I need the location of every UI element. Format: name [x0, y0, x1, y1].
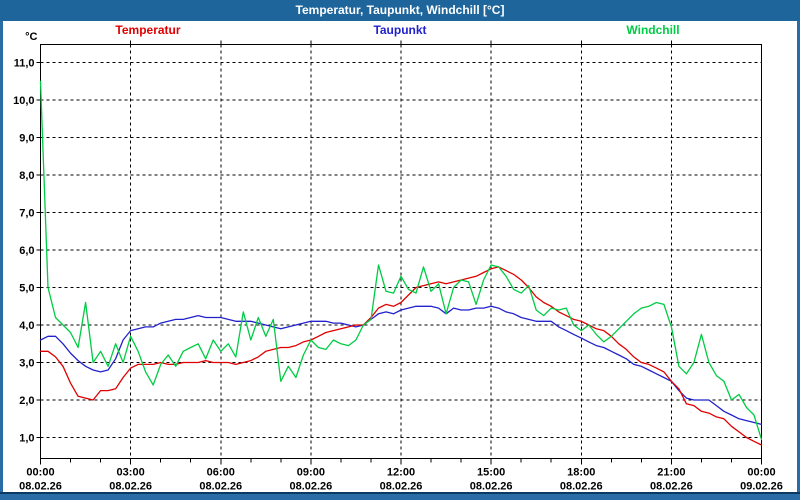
- x-tick-time-label: 00:00: [747, 467, 775, 479]
- y-tick-label: 6,0: [19, 245, 34, 257]
- x-tick-date-label: 08.02.26: [109, 481, 152, 493]
- y-tick-label: 5,0: [19, 283, 34, 295]
- x-tick-date-label: 08.02.26: [289, 481, 332, 493]
- x-tick-time-label: 00:00: [26, 467, 54, 479]
- y-tick-label: 9,0: [19, 133, 34, 145]
- x-tick-time-label: 12:00: [387, 467, 415, 479]
- x-tick-time-label: 21:00: [657, 467, 685, 479]
- x-tick-date-label: 08.02.26: [199, 481, 242, 493]
- y-tick-label: 1,0: [19, 433, 34, 445]
- x-tick-date-label: 08.02.26: [560, 481, 603, 493]
- y-tick-label: 7,0: [19, 208, 34, 220]
- x-tick-date-label: 08.02.26: [19, 481, 62, 493]
- x-tick-time-label: 06:00: [207, 467, 235, 479]
- x-tick-date-label: 09.02.26: [740, 481, 783, 493]
- y-tick-label: 8,0: [19, 170, 34, 182]
- chart-window: Temperatur, Taupunkt, Windchill [°C] Tem…: [0, 0, 800, 500]
- x-tick-date-label: 08.02.26: [470, 481, 513, 493]
- x-tick-date-label: 08.02.26: [650, 481, 693, 493]
- x-tick-time-label: 09:00: [297, 467, 325, 479]
- x-tick-date-label: 08.02.26: [380, 481, 423, 493]
- y-tick-label: 10,0: [13, 95, 34, 107]
- y-tick-label: 3,0: [19, 358, 34, 370]
- x-tick-time-label: 03:00: [117, 467, 145, 479]
- y-axis-unit-label: °C: [25, 31, 37, 43]
- x-tick-time-label: 15:00: [477, 467, 505, 479]
- y-tick-label: 2,0: [19, 395, 34, 407]
- x-tick-time-label: 18:00: [567, 467, 595, 479]
- line-chart: 1,0 2,0 3,0 4,0 5,0 6,0 7,0 8,0 9,0 10,0 11,0 °C 00:…: [0, 0, 800, 492]
- y-tick-label: 4,0: [19, 320, 34, 332]
- window-bottom-border: [0, 492, 800, 500]
- y-tick-label: 11,0: [14, 58, 35, 70]
